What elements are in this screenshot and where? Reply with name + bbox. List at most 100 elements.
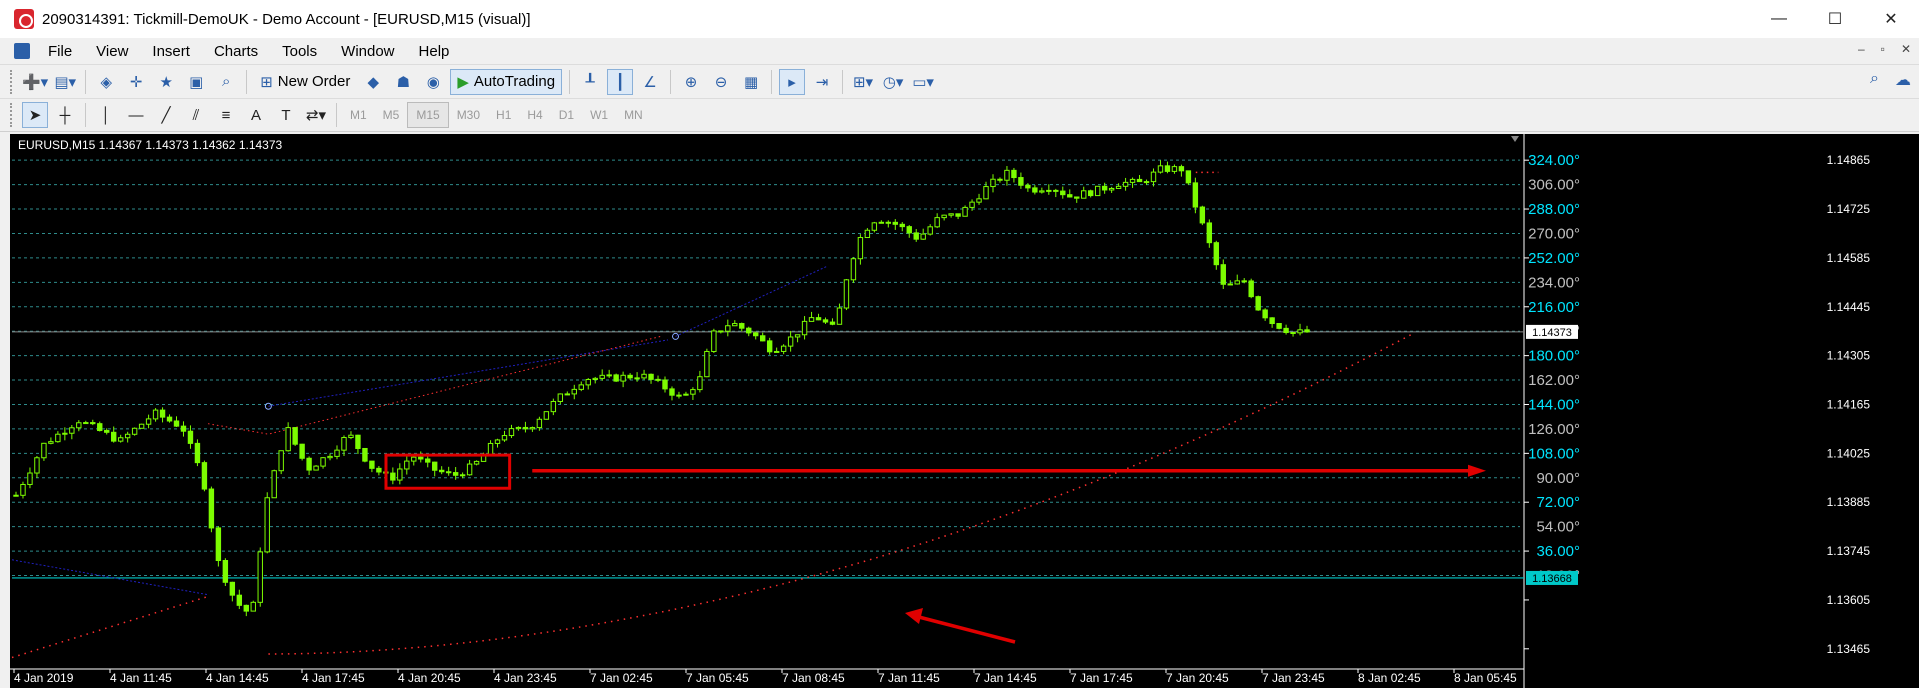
candle-body: [187, 430, 194, 444]
toolbar-grip[interactable]: [10, 103, 14, 127]
candle-body: [711, 330, 717, 352]
arrows-icon[interactable]: ⇄▾: [303, 102, 329, 128]
chart-shift-icon[interactable]: ⇥: [809, 69, 835, 95]
timeframe-m30[interactable]: M30: [449, 102, 488, 128]
angle-level-label: 126.00°: [1528, 421, 1580, 438]
candle-body: [906, 226, 912, 234]
angle-level-label: 324.00°: [1528, 152, 1580, 169]
timeframe-h1[interactable]: H1: [488, 102, 519, 128]
timeframe-m5[interactable]: M5: [375, 102, 408, 128]
angle-level-label: 306.00°: [1528, 177, 1580, 194]
zoom-out-icon[interactable]: ⊖: [708, 69, 734, 95]
autotrading-button[interactable]: ▶ AutoTrading: [450, 68, 563, 95]
data-window-icon[interactable]: ✛: [123, 69, 149, 95]
candlestick-icon[interactable]: ┃: [607, 68, 634, 95]
menu-insert[interactable]: Insert: [140, 43, 202, 60]
candle-body: [871, 222, 878, 231]
price-tick-label: 1.14445: [1827, 300, 1871, 314]
new-order-button[interactable]: ⊞ New Order: [254, 69, 356, 95]
dotted-curve: [207, 335, 661, 435]
timeframe-m15[interactable]: M15: [407, 102, 449, 128]
candle-body: [655, 378, 661, 381]
mdi-restore-button[interactable]: ▫: [1881, 42, 1885, 56]
maximize-button[interactable]: ☐: [1807, 0, 1863, 38]
candle-body: [222, 560, 229, 583]
new-chart-icon[interactable]: ➕▾: [22, 69, 48, 95]
time-tick-label: 4 Jan 23:45: [494, 671, 557, 685]
candle-body: [725, 325, 731, 332]
current-price-label: 1.14373: [1532, 327, 1572, 339]
tile-windows-icon[interactable]: ▦: [738, 69, 764, 95]
candle-body: [592, 377, 598, 381]
profiles-icon[interactable]: ▤▾: [52, 69, 78, 95]
menu-charts[interactable]: Charts: [202, 43, 270, 60]
text-icon[interactable]: A: [243, 102, 269, 128]
text-label-icon[interactable]: T: [273, 102, 299, 128]
crosshair-icon[interactable]: ┼: [52, 102, 78, 128]
chat-icon[interactable]: ☁: [1895, 70, 1911, 90]
candle-body: [208, 488, 215, 529]
candle-body: [1248, 280, 1254, 298]
horizontal-line-icon[interactable]: —: [123, 102, 149, 128]
timeframe-h4[interactable]: H4: [519, 102, 550, 128]
templates-icon[interactable]: ▭▾: [910, 69, 936, 95]
timeframe-m1[interactable]: M1: [342, 102, 375, 128]
candle-body: [166, 416, 173, 422]
candle-body: [1067, 194, 1073, 198]
strategy-tester-icon[interactable]: ⌕: [213, 69, 239, 95]
chart-window[interactable]: 324.00° 306.00° 288.00° 270.00° 252.00° 234.0…: [10, 134, 1919, 688]
candle-body: [1129, 178, 1136, 183]
time-tick-label: 7 Jan 23:45: [1262, 671, 1325, 685]
menu-window[interactable]: Window: [329, 43, 406, 60]
price-tick-label: 1.13605: [1827, 593, 1871, 607]
candle-body: [1122, 181, 1129, 187]
timeframe-d1[interactable]: D1: [551, 102, 582, 128]
search-icon[interactable]: ⌕: [1870, 70, 1879, 90]
equidistant-channel-icon[interactable]: ⫽: [183, 102, 209, 128]
metaeditor-icon[interactable]: ◆: [360, 69, 386, 95]
timeframe-mn[interactable]: MN: [616, 102, 651, 128]
menu-help[interactable]: Help: [407, 43, 462, 60]
navigator-icon[interactable]: ★: [153, 69, 179, 95]
candle-body: [997, 178, 1003, 181]
close-button[interactable]: ✕: [1863, 0, 1919, 38]
line-chart-icon[interactable]: ∠: [637, 69, 663, 95]
menu-file[interactable]: File: [36, 43, 84, 60]
autoscroll-icon[interactable]: ▸: [779, 68, 806, 95]
candle-body: [1178, 166, 1185, 172]
terminal-icon[interactable]: ▣: [183, 69, 209, 95]
bar-chart-icon[interactable]: ┸: [577, 69, 603, 95]
time-tick-label: 4 Jan 17:45: [302, 671, 365, 685]
candle-body: [285, 427, 291, 452]
window-controls: — ☐ ✕: [1751, 0, 1919, 38]
periods-icon[interactable]: ◷▾: [880, 69, 906, 95]
vertical-line-icon[interactable]: │: [93, 102, 119, 128]
price-chart[interactable]: 324.00° 306.00° 288.00° 270.00° 252.00° 234.0…: [10, 134, 1919, 688]
angle-level-label: 144.00°: [1528, 396, 1580, 413]
candle-body: [920, 233, 926, 240]
angle-level-label: 288.00°: [1528, 201, 1580, 218]
candle-body: [683, 393, 689, 396]
chart-window-icon[interactable]: [14, 43, 30, 59]
timeframe-w1[interactable]: W1: [582, 102, 616, 128]
menu-tools[interactable]: Tools: [270, 43, 329, 60]
minimize-button[interactable]: —: [1751, 0, 1807, 38]
indicators-icon[interactable]: ⊞▾: [850, 69, 876, 95]
candle-body: [773, 350, 780, 353]
menu-view[interactable]: View: [84, 43, 140, 60]
candle-body: [585, 379, 591, 386]
app-logo-icon: [14, 9, 34, 29]
price-tick-label: 1.14165: [1827, 397, 1871, 411]
trendline-icon[interactable]: ╱: [153, 102, 179, 128]
market-icon[interactable]: ◉: [420, 69, 446, 95]
toolbar-grip[interactable]: [10, 69, 14, 94]
cursor-icon[interactable]: ➤: [22, 102, 48, 128]
mdi-minimize-button[interactable]: –: [1858, 42, 1865, 56]
market-watch-icon[interactable]: ◈: [93, 69, 119, 95]
zoom-in-icon[interactable]: ⊕: [678, 69, 704, 95]
candle-body: [264, 497, 270, 553]
fibonacci-icon[interactable]: ≡: [213, 102, 239, 128]
signals-icon[interactable]: ☗: [390, 69, 416, 95]
candle-body: [1004, 169, 1010, 181]
mdi-close-button[interactable]: ✕: [1901, 42, 1911, 56]
